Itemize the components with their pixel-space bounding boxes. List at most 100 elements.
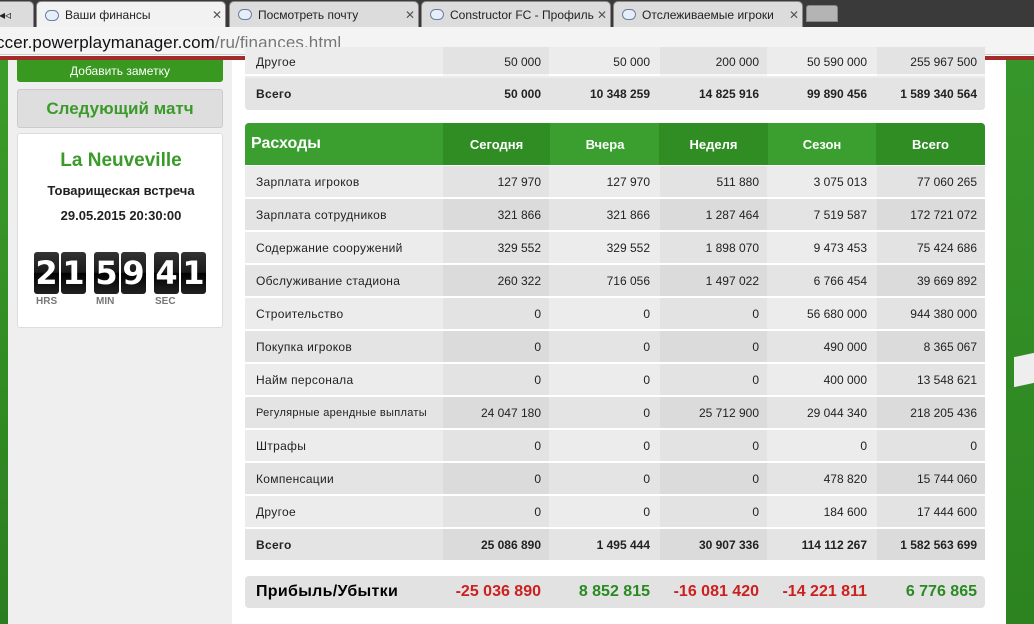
value-yesterday: 0: [643, 405, 650, 420]
value-total: 39 669 892: [877, 265, 985, 296]
new-tab-button[interactable]: [806, 5, 838, 22]
value-week: 200 000: [660, 47, 767, 76]
value-yesterday: 0: [643, 471, 650, 486]
tab-label: Отслеживаемые игроки: [642, 7, 774, 22]
countdown-digit: 1: [181, 252, 206, 294]
value-week: 25 712 900: [660, 397, 767, 428]
profit-yesterday: 8 852 815: [578, 583, 650, 600]
value-season: 478 820: [823, 471, 867, 486]
row-label: Содержание сооружений: [256, 240, 403, 255]
value-total: 15 744 060: [877, 463, 985, 494]
value-season: 184 600: [823, 504, 867, 519]
value-total: 1 589 340 564: [900, 87, 977, 101]
expenses-title: Расходы: [251, 135, 321, 152]
income-table-tail: Другое 50 000 50 000 200 000 50 590 000 …: [245, 47, 985, 110]
value-today: 25 086 890: [443, 529, 549, 560]
value-today: 260 322: [443, 265, 549, 296]
countdown-digit: 9: [121, 252, 146, 294]
expense-row: Найм персонала 0 0 0 400 000 13 548 621: [245, 364, 985, 397]
row-label: Другое: [256, 54, 296, 69]
col-week[interactable]: Неделя: [659, 123, 768, 165]
value-today: 329 552: [443, 232, 549, 263]
value-week: 1 898 070: [660, 232, 767, 263]
tab-label: Посмотреть почту: [258, 7, 359, 22]
value-total: 17 444 600: [877, 496, 985, 527]
row-label: Всего: [256, 87, 292, 101]
pitch-stripe-right: [1006, 60, 1034, 624]
expense-row: Регулярные арендные выплаты 24 047 180 0 25…: [245, 397, 985, 430]
value-week: 30 907 336: [660, 529, 767, 560]
tab-label: Ваши финансы: [65, 8, 151, 22]
ppm-favicon-icon: [430, 9, 444, 20]
ppm-favicon-icon: [622, 9, 636, 20]
close-icon[interactable]: ✕: [594, 8, 610, 22]
countdown-digit: 5: [94, 252, 119, 294]
value-yesterday: 716 056: [606, 273, 650, 288]
add-note-button[interactable]: Добавить заметку: [17, 60, 223, 82]
countdown-minutes: 5 9: [94, 252, 146, 294]
tab-watched-players[interactable]: Отслеживаемые игроки ✕: [613, 1, 803, 27]
value-season: 490 000: [823, 339, 867, 354]
col-season[interactable]: Сезон: [768, 123, 876, 165]
value-season: 99 890 456: [806, 87, 867, 101]
next-match-card: La Neuveville Товарищеская встреча 29.05…: [17, 133, 223, 328]
expenses-table-body: Зарплата игроков 127 970 127 970 511 880 3 0…: [245, 166, 985, 564]
row-label: Другое: [256, 504, 296, 519]
row-label: Регулярные арендные выплаты: [256, 406, 427, 419]
close-icon[interactable]: ✕: [209, 8, 225, 22]
value-today: 321 866: [443, 199, 549, 230]
close-icon[interactable]: ✕: [402, 8, 418, 22]
profit-total: 6 776 865: [905, 583, 977, 600]
col-today[interactable]: Сегодня: [443, 123, 550, 165]
browser-tab-partial[interactable]: ◂◃: [0, 1, 34, 27]
opponent-team-name[interactable]: La Neuveville: [18, 150, 224, 172]
tab-label: Constructor FC - Профиль: [450, 7, 594, 22]
col-total[interactable]: Всего: [876, 123, 985, 165]
expense-row: Зарплата сотрудников 321 866 321 866 1 287 …: [245, 199, 985, 232]
value-season: 50 590 000: [806, 54, 867, 69]
row-label: Зарплата игроков: [256, 174, 360, 189]
tab-profile[interactable]: Constructor FC - Профиль ✕: [421, 1, 611, 27]
countdown-sec-label: SEC: [155, 296, 176, 307]
value-season: 29 044 340: [806, 405, 867, 420]
row-label: Штрафы: [256, 438, 307, 453]
value-total: 75 424 686: [877, 232, 985, 263]
countdown-digit: 2: [34, 252, 59, 294]
value-week: 0: [660, 463, 767, 494]
close-icon[interactable]: ✕: [786, 8, 802, 22]
income-row-other: Другое 50 000 50 000 200 000 50 590 000 …: [245, 47, 985, 76]
value-today: 127 970: [443, 166, 549, 197]
value-week: 0: [660, 496, 767, 527]
income-row-total: Всего 50 000 10 348 259 14 825 916 99 89…: [245, 78, 985, 110]
value-today: 0: [443, 364, 549, 395]
col-yesterday[interactable]: Вчера: [551, 123, 659, 165]
value-week: 0: [660, 430, 767, 461]
value-season: 9 473 453: [813, 240, 867, 255]
value-total: 13 548 621: [877, 364, 985, 395]
value-total: 255 967 500: [877, 47, 985, 76]
value-total: 1 582 563 699: [877, 529, 985, 560]
tab-mail[interactable]: Посмотреть почту ✕: [229, 1, 419, 27]
row-label: Прибыль/Убытки: [256, 583, 399, 600]
value-yesterday: 1 495 444: [596, 537, 650, 552]
value-season: 56 680 000: [806, 306, 867, 321]
row-label: Найм персонала: [256, 372, 354, 387]
profit-loss-row: Прибыль/Убытки -25 036 890 8 852 815 -16…: [245, 576, 985, 608]
profit-season: -14 221 811: [782, 583, 867, 600]
countdown-hours: 2 1: [34, 252, 86, 294]
countdown-digit: 1: [61, 252, 86, 294]
expense-row: Содержание сооружений 329 552 329 552 1 898…: [245, 232, 985, 265]
value-week: 0: [660, 298, 767, 329]
ppm-favicon-icon: [238, 9, 252, 20]
expense-row: Другое 0 0 0 184 600 17 444 600: [245, 496, 985, 529]
tab-finances[interactable]: Ваши финансы ✕: [36, 1, 226, 28]
value-total: 218 205 436: [877, 397, 985, 428]
value-today: 50 000: [443, 47, 549, 76]
expense-row: Зарплата игроков 127 970 127 970 511 880 3 0…: [245, 166, 985, 199]
value-today: 0: [443, 331, 549, 362]
countdown-hrs-label: HRS: [36, 296, 58, 307]
next-match-heading: Следующий матч: [17, 89, 223, 128]
expenses-table-header: Расходы Сегодня Вчера Неделя Сезон Всего: [245, 123, 985, 165]
value-yesterday: 0: [643, 306, 650, 321]
value-week: 14 825 916: [698, 87, 759, 101]
